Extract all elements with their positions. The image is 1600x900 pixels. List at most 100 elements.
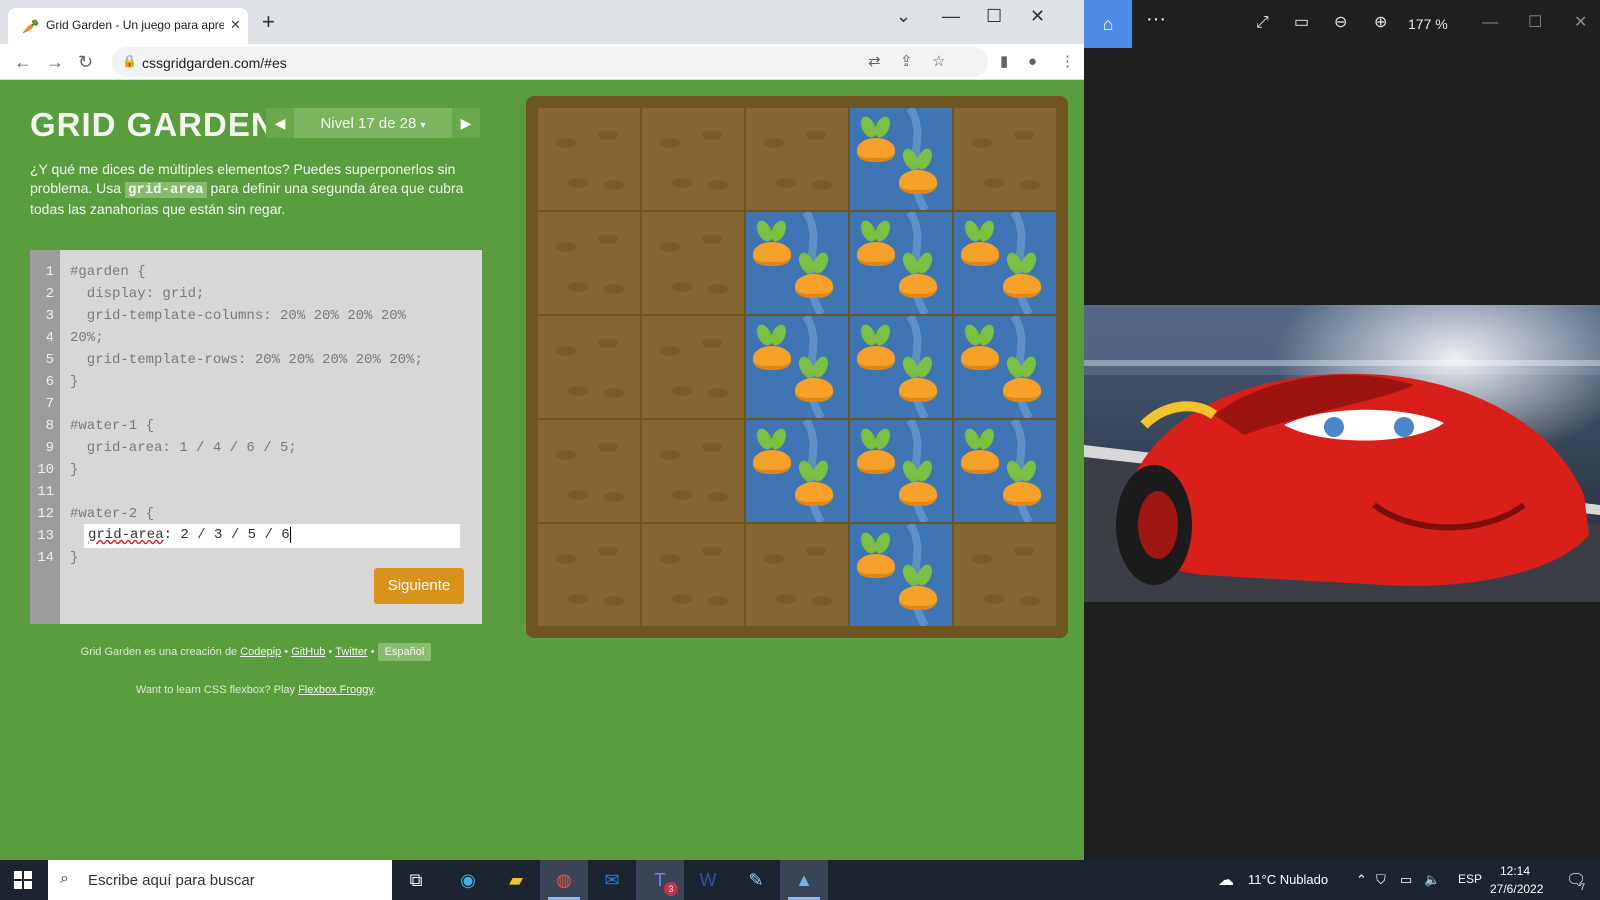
defender-icon[interactable]: ⛉ [1376,872,1386,888]
photos-icon[interactable]: ▲ [780,860,828,900]
home-icon[interactable]: ⌂ [1084,0,1132,48]
volume-icon[interactable]: 🔈 [1424,872,1440,888]
clock-date[interactable]: 27/6/2022 [1490,882,1543,896]
next-level-button[interactable]: ▶ [452,108,480,138]
soil-cell [538,524,640,626]
soil-spot [702,546,722,556]
tab-grid-garden[interactable]: 🥕 Grid Garden - Un juego para aprender C… [8,8,248,44]
taskbar-search-box[interactable]: ⌕ Escribe aquí para buscar [48,860,392,900]
windows-start-icon[interactable] [14,871,32,889]
soil-spot [598,234,618,244]
outlook-icon[interactable]: ✉ [588,860,636,900]
carrot-icon [960,218,1000,268]
side-panel-icon[interactable]: ▮ [1000,54,1008,70]
paint-icon[interactable]: ✎ [732,860,780,900]
soil-spot [556,242,576,252]
soil-spot [708,180,728,190]
soil-spot [556,346,576,356]
codepip-link[interactable]: Codepip [240,646,281,658]
address-bar[interactable]: 🔒 cssgridgarden.com/#es ⇄ ⇪ ☆ [112,47,988,77]
soil-spot [806,130,826,140]
previous-level-button[interactable]: ◀ [266,108,294,138]
code-line: #water-1 { [70,418,155,434]
word-icon[interactable]: W [684,860,732,900]
answer-input[interactable]: grid-area: 2 / 3 / 5 / 6 [84,524,460,548]
close-window-button[interactable]: ✕ [1030,6,1045,27]
edge-icon[interactable]: ◉ [444,860,492,900]
cloud-weather-icon[interactable]: ☁ [1218,870,1234,890]
menu-kebab-icon[interactable]: ⋮ [1060,54,1075,70]
new-tab-button[interactable]: + [262,11,275,33]
zoom-out-icon[interactable]: ⊖ [1334,14,1347,32]
carrot-icon [898,458,938,508]
translate-icon[interactable]: ⇄ [868,54,881,70]
carrot-icon [898,146,938,196]
notification-count: 7 [1580,882,1586,892]
search-icon: ⌕ [60,870,69,887]
carrot-icon [856,218,896,268]
garden-board [526,96,1068,638]
tab-search-icon[interactable]: ⌄ [896,6,911,27]
language-button[interactable]: Español [377,643,432,661]
soil-spot [702,234,722,244]
carrot-icon [794,354,834,404]
fit-to-window-icon[interactable]: ▭ [1294,14,1309,32]
close-window-button[interactable]: ✕ [1574,14,1587,32]
minimize-button[interactable]: — [1482,14,1498,32]
line-number-gutter: 1 2 3 4 5 6 7 8 9 10 11 12 13 14 [30,250,60,624]
soil-spot [660,138,680,148]
level-indicator[interactable]: Nivel 17 de 28 ▾ [294,115,452,132]
soil-cell [538,316,640,418]
soil-cell [642,420,744,522]
minimize-button[interactable]: — [942,6,960,27]
profile-avatar-icon[interactable]: ● [1028,54,1037,70]
more-options-icon[interactable]: ··· [1146,9,1166,29]
credits: Grid Garden es una creación de Codepip •… [30,643,482,661]
zoom-in-icon[interactable]: ⊕ [1374,14,1387,32]
chrome-icon[interactable]: ◍ [540,860,588,900]
twitter-link[interactable]: Twitter [335,646,367,658]
expand-icon[interactable]: ⤢ [1256,14,1269,32]
maximize-button[interactable]: ☐ [1528,14,1542,32]
code-line: grid-template-rows: 20% 20% 20% 20% 20%; [70,352,423,368]
close-tab-icon[interactable]: ✕ [230,17,241,33]
back-icon[interactable]: ← [14,52,32,72]
task-view-icon[interactable]: ⧉ [392,860,440,900]
soil-spot [598,442,618,452]
soil-spot [568,386,588,396]
credits-text: Grid Garden es una creación de [80,646,241,658]
soil-spot [568,490,588,500]
forward-icon[interactable]: → [46,52,64,72]
level-navigator: ◀ Nivel 17 de 28 ▾ ▶ [266,108,480,138]
garden-grid [538,108,1056,626]
tab-title: Grid Garden - Un juego para aprender CSS… [46,18,224,32]
input-language[interactable]: ESP [1458,872,1482,886]
zoom-level[interactable]: 177 % [1408,16,1448,32]
share-icon[interactable]: ⇪ [900,54,913,70]
url-text: cssgridgarden.com/#es [142,55,287,71]
file-explorer-icon[interactable]: ▰ [492,860,540,900]
instructions-code: grid-area [124,182,207,198]
teams-icon[interactable]: T3 [636,860,684,900]
code-line: 20%; [70,330,104,346]
code-line: #garden { [70,264,146,280]
weather-text[interactable]: 11°C Nublado [1248,872,1328,887]
clock-time[interactable]: 12:14 [1500,864,1530,878]
line-number: 1 [45,264,54,280]
next-button[interactable]: Siguiente [374,568,464,604]
flexbox-froggy-link[interactable]: Flexbox Froggy [298,684,373,696]
water-cell [746,316,848,418]
network-icon[interactable]: ▭ [1400,872,1412,888]
chevron-up-icon[interactable]: ⌃ [1356,872,1367,888]
soil-spot [984,594,1004,604]
soil-spot [1014,130,1034,140]
soil-spot [598,546,618,556]
soil-spot [660,346,680,356]
soil-spot [598,130,618,140]
code-line: display: grid; [70,286,205,302]
github-link[interactable]: GitHub [291,646,325,658]
reload-icon[interactable]: ↻ [78,52,93,72]
bookmark-star-icon[interactable]: ☆ [932,54,945,70]
line-number: 8 [45,418,54,434]
maximize-button[interactable]: ☐ [986,6,1002,27]
